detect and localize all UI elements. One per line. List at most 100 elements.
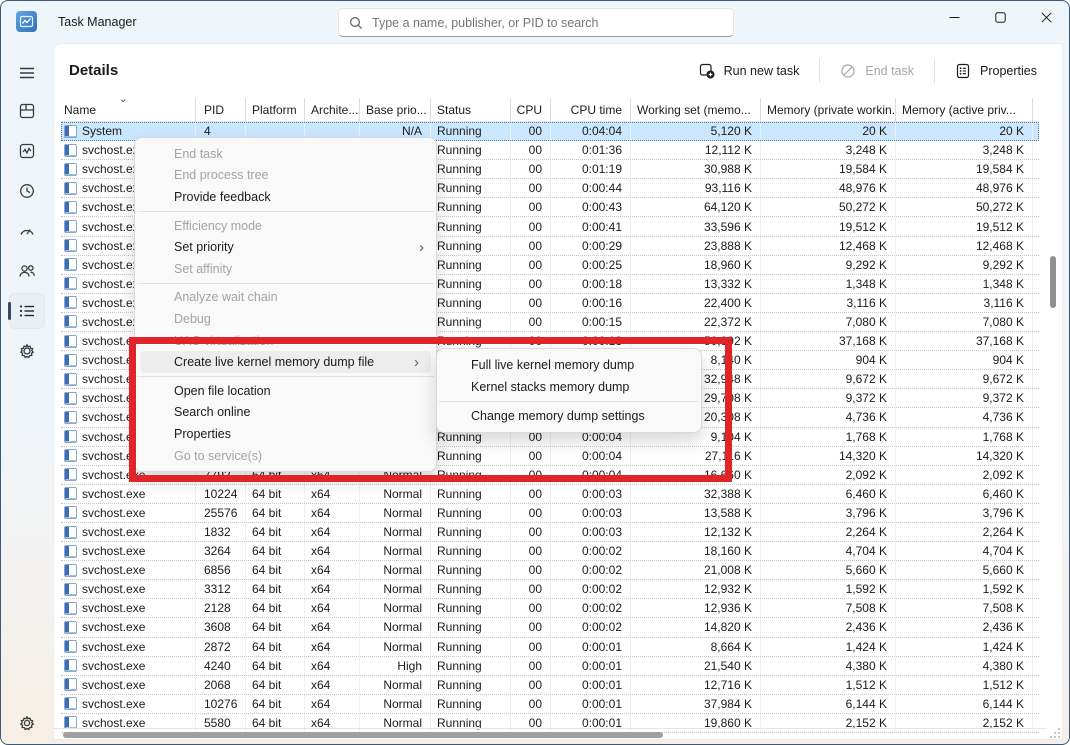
process-icon: [64, 315, 77, 328]
cell: 2,092 K: [896, 466, 1033, 484]
sidebar-item-details[interactable]: [9, 293, 45, 329]
cell: 37,168 K: [761, 332, 896, 350]
sidebar-item-performance[interactable]: [9, 133, 45, 169]
cell: Running: [431, 447, 511, 465]
cell: 6,144 K: [761, 695, 896, 713]
properties-button[interactable]: Properties: [943, 57, 1049, 85]
table-row[interactable]: svchost.exe326464 bitx64NormalRunning000…: [61, 542, 1039, 561]
column-header-working-set[interactable]: Working set (memo...: [631, 98, 761, 121]
submenu-item-change-memory-dump-settings[interactable]: Change memory dump settings: [437, 405, 701, 427]
menu-item-debug: Debug: [135, 308, 436, 330]
menu-item-properties[interactable]: Properties: [135, 423, 436, 445]
sidebar-item-users[interactable]: [9, 253, 45, 289]
table-row[interactable]: svchost.exe287264 bitx64NormalRunning000…: [61, 638, 1039, 657]
search-box[interactable]: [338, 8, 734, 37]
cell: 10276: [196, 695, 246, 713]
column-header-base-priority[interactable]: Base prio...: [360, 98, 431, 121]
table-row[interactable]: svchost.exe212864 bitx64NormalRunning000…: [61, 599, 1039, 618]
run-new-task-button[interactable]: Run new task: [687, 57, 812, 85]
cell: 37,168 K: [896, 332, 1033, 350]
sidebar-item-processes[interactable]: [9, 93, 45, 129]
table-row[interactable]: svchost.exe424064 bitx64HighRunning000:0…: [61, 657, 1039, 676]
horizontal-scrollbar-thumb[interactable]: [63, 732, 663, 738]
table-row[interactable]: svchost.exe2557664 bitx64NormalRunning00…: [61, 504, 1039, 523]
cell: 2068: [196, 676, 246, 694]
submenu-item-kernel-stacks-memory-dump[interactable]: Kernel stacks memory dump: [437, 376, 701, 398]
end-task-button: End task: [828, 57, 926, 85]
page-title: Details: [69, 62, 118, 79]
vertical-scrollbar-thumb[interactable]: [1050, 256, 1056, 308]
menu-item-analyze-wait-chain: Analyze wait chain: [135, 287, 436, 309]
cell: Normal: [360, 695, 431, 713]
menu-item-search-online[interactable]: Search online: [135, 402, 436, 424]
cell: 22,400 K: [631, 294, 761, 312]
cell: 0:00:15: [551, 313, 631, 331]
cell: 0:00:25: [551, 256, 631, 274]
column-header-cpu-time[interactable]: CPU time: [551, 98, 631, 121]
process-icon: [64, 697, 77, 710]
menu-item-set-priority[interactable]: Set priority›: [135, 236, 436, 258]
column-header-name[interactable]: Name ⌄: [61, 98, 196, 121]
cell: 00: [511, 237, 551, 255]
menu-item-open-file-location[interactable]: Open file location: [135, 380, 436, 402]
table-row[interactable]: svchost.exe685664 bitx64NormalRunning000…: [61, 561, 1039, 580]
cell: Running: [431, 485, 511, 503]
cell: Running: [431, 561, 511, 579]
cell: x64: [305, 504, 360, 522]
table-row[interactable]: svchost.exe360864 bitx64NormalRunning000…: [61, 618, 1039, 637]
table-row[interactable]: svchost.exe206864 bitx64NormalRunning000…: [61, 676, 1039, 695]
table-row[interactable]: svchost.exe183264 bitx64NormalRunning000…: [61, 523, 1039, 542]
menu-item-provide-feedback[interactable]: Provide feedback: [135, 186, 436, 208]
cell: 93,116 K: [631, 179, 761, 197]
column-header-architecture[interactable]: Archite...: [305, 98, 360, 121]
cell: Running: [431, 256, 511, 274]
column-header-platform[interactable]: Platform: [246, 98, 305, 121]
table-row[interactable]: svchost.exe1022464 bitx64NormalRunning00…: [61, 485, 1039, 504]
cell: 00: [511, 485, 551, 503]
menu-icon[interactable]: [9, 55, 45, 91]
cell: 13,332 K: [631, 275, 761, 293]
column-header-memory-private[interactable]: Memory (private workin...: [761, 98, 896, 121]
sidebar-item-services[interactable]: [9, 333, 45, 369]
cell: Running: [431, 618, 511, 636]
close-button[interactable]: [1023, 1, 1069, 34]
minimize-button[interactable]: [931, 1, 977, 34]
cell: 6,460 K: [761, 485, 896, 503]
process-icon: [64, 659, 77, 672]
vertical-scrollbar[interactable]: [1045, 98, 1061, 728]
cell: 0:00:03: [551, 523, 631, 541]
cell: 0:00:02: [551, 599, 631, 617]
process-icon: [64, 182, 77, 195]
resize-grip[interactable]: [1050, 728, 1060, 738]
cell: Normal: [360, 599, 431, 617]
maximize-button[interactable]: [977, 1, 1023, 34]
cell: Running: [431, 141, 511, 159]
horizontal-scrollbar[interactable]: [53, 728, 1047, 740]
table-row[interactable]: svchost.exe1027664 bitx64NormalRunning00…: [61, 695, 1039, 714]
cell: 4,736 K: [896, 408, 1033, 426]
submenu-item-full-live-kernel-memory-dump[interactable]: Full live kernel memory dump: [437, 354, 701, 376]
submenu-arrow-icon: ›: [414, 355, 419, 370]
menu-item-create-live-kernel-memory-dump-file[interactable]: Create live kernel memory dump file›: [140, 351, 431, 373]
cell: 3264: [196, 542, 246, 560]
end-task-icon: [840, 63, 856, 79]
table-row[interactable]: svchost.exe331264 bitx64NormalRunning000…: [61, 580, 1039, 599]
cell: 00: [511, 618, 551, 636]
cell: Normal: [360, 676, 431, 694]
column-header-memory-active[interactable]: Memory (active priv...: [896, 98, 1033, 121]
column-header-status[interactable]: Status: [431, 98, 511, 121]
column-header-cpu[interactable]: CPU: [511, 98, 551, 121]
menu-separator: [137, 283, 434, 284]
search-input[interactable]: [372, 16, 723, 30]
cell: 0:00:01: [551, 695, 631, 713]
cell: 9,372 K: [896, 389, 1033, 407]
settings-icon[interactable]: [9, 705, 45, 741]
process-icon: [64, 125, 77, 138]
sidebar-item-app-history[interactable]: [9, 173, 45, 209]
column-header-pid[interactable]: PID: [196, 98, 246, 121]
cell: Running: [431, 580, 511, 598]
cell: 4,380 K: [761, 657, 896, 675]
toolbar-separator: [819, 59, 820, 83]
sidebar-item-startup-apps[interactable]: [9, 213, 45, 249]
cell: 0:00:02: [551, 561, 631, 579]
